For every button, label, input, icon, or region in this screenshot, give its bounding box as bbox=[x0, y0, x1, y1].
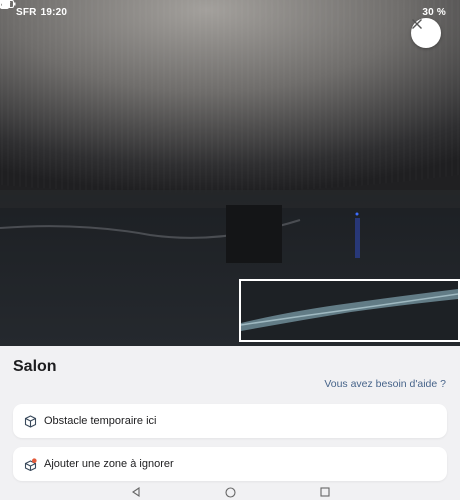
room-title: Salon bbox=[13, 358, 57, 375]
back-icon bbox=[131, 487, 140, 497]
back-button[interactable] bbox=[131, 487, 141, 497]
home-button[interactable] bbox=[224, 486, 236, 498]
camera-view: SFR 19:20 30 % bbox=[0, 0, 460, 346]
home-icon bbox=[224, 486, 236, 498]
add-ignore-zone-label: Ajouter une zone à ignorer bbox=[44, 458, 174, 470]
secondary-camera-image bbox=[241, 281, 458, 340]
close-icon bbox=[412, 19, 422, 29]
no-go-zone-icon bbox=[24, 457, 37, 471]
recents-icon bbox=[319, 487, 330, 497]
recents-button[interactable] bbox=[319, 487, 330, 497]
secondary-camera-view[interactable] bbox=[239, 279, 460, 342]
help-link[interactable]: Vous avez besoin d'aide ? bbox=[324, 378, 446, 390]
add-ignore-zone-button[interactable]: Ajouter une zone à ignorer bbox=[13, 447, 447, 481]
temporary-obstacle-button[interactable]: Obstacle temporaire ici bbox=[13, 404, 447, 438]
status-bar: SFR 19:20 30 % bbox=[0, 0, 460, 24]
temporary-obstacle-label: Obstacle temporaire ici bbox=[44, 415, 157, 427]
clock-label: 19:20 bbox=[40, 6, 68, 18]
cube-icon bbox=[24, 414, 37, 428]
system-nav-bar bbox=[0, 484, 460, 500]
carrier-label: SFR bbox=[16, 6, 37, 18]
bottom-sheet: Salon Vous avez besoin d'aide ? Obstacle… bbox=[0, 346, 460, 500]
close-button[interactable] bbox=[411, 18, 441, 48]
battery-percent: 30 % bbox=[422, 6, 446, 18]
